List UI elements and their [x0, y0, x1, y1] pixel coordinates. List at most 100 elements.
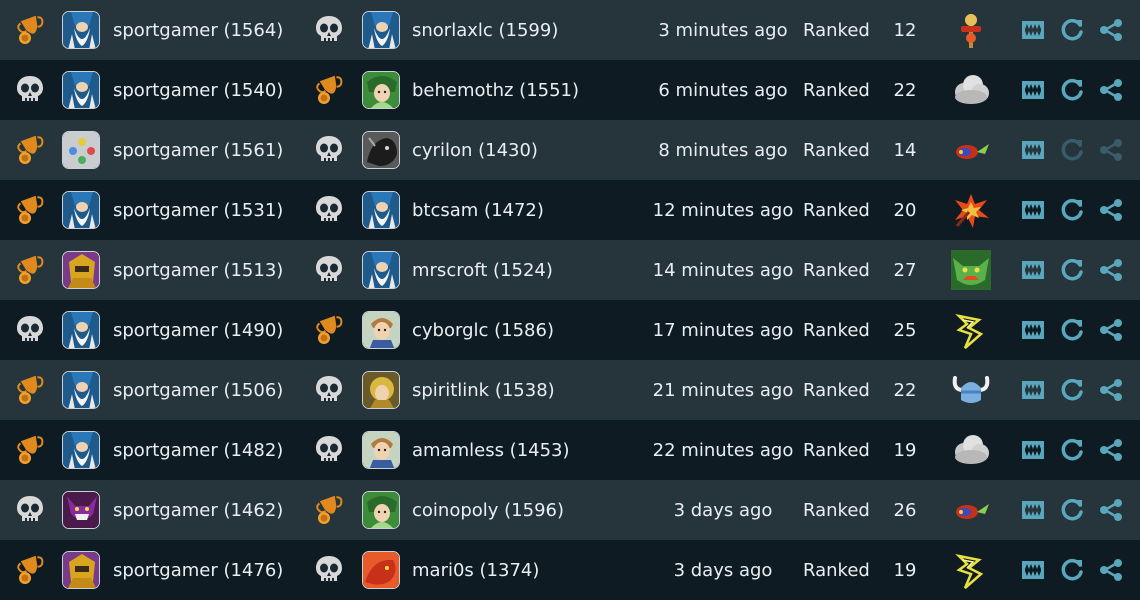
player2-name[interactable]: amamless (1453) [412, 420, 570, 480]
fangs-icon[interactable] [1020, 78, 1046, 102]
skull-icon [13, 313, 47, 347]
replay-icon[interactable] [1059, 17, 1085, 43]
player2-avatar[interactable] [362, 251, 400, 289]
share-icon[interactable] [1098, 17, 1124, 43]
share-icon[interactable] [1098, 437, 1124, 463]
player2-name[interactable]: cyborglc (1586) [412, 300, 554, 360]
match-row[interactable]: sportgamer (1506) spiritlink (1538) 21 min… [0, 360, 1140, 420]
player1-avatar[interactable] [62, 11, 100, 49]
player1-avatar[interactable] [62, 191, 100, 229]
share-icon[interactable] [1098, 497, 1124, 523]
player2-name[interactable]: cyrilon (1430) [412, 120, 538, 180]
fangs-icon[interactable] [1020, 558, 1046, 582]
skull-icon [312, 433, 346, 467]
fangs-icon[interactable] [1020, 378, 1046, 402]
player2-name[interactable]: snorlaxlc (1599) [412, 0, 558, 60]
match-row[interactable]: sportgamer (1476) mari0s (1374) 3 days ago… [0, 540, 1140, 600]
rocket-map-icon [951, 130, 991, 170]
player1-avatar[interactable] [62, 371, 100, 409]
replay-icon[interactable] [1059, 557, 1085, 583]
player2-avatar[interactable] [362, 491, 400, 529]
player2-avatar[interactable] [362, 431, 400, 469]
replay-icon[interactable] [1059, 437, 1085, 463]
replay-icon[interactable] [1059, 197, 1085, 223]
rocket-map-icon [951, 490, 991, 530]
fangs-icon[interactable] [1020, 138, 1046, 162]
fangs-icon[interactable] [1020, 258, 1046, 282]
trophy-icon [312, 73, 346, 107]
player2-avatar[interactable] [362, 191, 400, 229]
replay-icon[interactable] [1059, 257, 1085, 283]
player1-name[interactable]: sportgamer (1490) [113, 300, 283, 360]
player2-avatar[interactable] [362, 311, 400, 349]
player1-avatar[interactable] [62, 71, 100, 109]
replay-icon[interactable] [1059, 497, 1085, 523]
match-row[interactable]: sportgamer (1540) behemothz (1551) 6 minut… [0, 60, 1140, 120]
player2-avatar[interactable] [362, 11, 400, 49]
match-row[interactable]: sportgamer (1462) coinopoly (1596) 3 days … [0, 480, 1140, 540]
player1-name[interactable]: sportgamer (1564) [113, 0, 283, 60]
turn-count: 25 [893, 319, 917, 341]
player1-name[interactable]: sportgamer (1482) [113, 420, 283, 480]
player1-avatar[interactable] [62, 311, 100, 349]
match-mode: Ranked [803, 379, 870, 401]
match-time: 14 minutes ago [652, 259, 794, 281]
player2-avatar[interactable] [362, 131, 400, 169]
player1-name[interactable]: sportgamer (1513) [113, 240, 283, 300]
match-row[interactable]: sportgamer (1490) cyborglc (1586) 17 minut… [0, 300, 1140, 360]
share-icon[interactable] [1098, 137, 1124, 163]
player1-name[interactable]: sportgamer (1561) [113, 120, 283, 180]
player1-name[interactable]: sportgamer (1462) [113, 480, 283, 540]
match-row[interactable]: sportgamer (1561) cyrilon (1430) 8 minutes… [0, 120, 1140, 180]
player2-name[interactable]: mrscroft (1524) [412, 240, 553, 300]
player2-name[interactable]: coinopoly (1596) [412, 480, 564, 540]
player1-name[interactable]: sportgamer (1540) [113, 60, 283, 120]
player2-avatar[interactable] [362, 551, 400, 589]
fangs-icon[interactable] [1020, 18, 1046, 42]
player2-name[interactable]: spiritlink (1538) [412, 360, 555, 420]
share-icon[interactable] [1098, 77, 1124, 103]
turn-count: 12 [893, 19, 917, 41]
lightning-map-icon [951, 310, 991, 350]
fangs-icon[interactable] [1020, 438, 1046, 462]
replay-icon[interactable] [1059, 77, 1085, 103]
trophy-icon [13, 193, 47, 227]
explosion-map-icon [951, 190, 991, 230]
match-time: 3 days ago [673, 499, 773, 521]
player1-name[interactable]: sportgamer (1476) [113, 540, 283, 600]
share-icon[interactable] [1098, 197, 1124, 223]
player1-avatar[interactable] [62, 491, 100, 529]
player2-name[interactable]: behemothz (1551) [412, 60, 579, 120]
player2-avatar[interactable] [362, 71, 400, 109]
fangs-icon[interactable] [1020, 198, 1046, 222]
trophy-icon [13, 433, 47, 467]
match-time: 22 minutes ago [652, 439, 794, 461]
replay-icon[interactable] [1059, 317, 1085, 343]
share-icon[interactable] [1098, 317, 1124, 343]
share-icon[interactable] [1098, 377, 1124, 403]
fangs-icon[interactable] [1020, 498, 1046, 522]
match-row[interactable]: sportgamer (1531) btcsam (1472) 12 minutes… [0, 180, 1140, 240]
player1-avatar[interactable] [62, 551, 100, 589]
fangs-icon[interactable] [1020, 318, 1046, 342]
player2-avatar[interactable] [362, 371, 400, 409]
match-row[interactable]: sportgamer (1513) mrscroft (1524) 14 minut… [0, 240, 1140, 300]
match-row[interactable]: sportgamer (1564) snorlaxlc (1599) 3 minut… [0, 0, 1140, 60]
player2-name[interactable]: mari0s (1374) [412, 540, 539, 600]
match-time: 21 minutes ago [652, 379, 794, 401]
match-mode: Ranked [803, 199, 870, 221]
match-mode: Ranked [803, 139, 870, 161]
replay-icon[interactable] [1059, 137, 1085, 163]
trophy-icon [13, 373, 47, 407]
player1-name[interactable]: sportgamer (1506) [113, 360, 283, 420]
match-row[interactable]: sportgamer (1482) amamless (1453) 22 minut… [0, 420, 1140, 480]
player1-avatar[interactable] [62, 131, 100, 169]
player1-avatar[interactable] [62, 251, 100, 289]
player1-name[interactable]: sportgamer (1531) [113, 180, 283, 240]
replay-icon[interactable] [1059, 377, 1085, 403]
player2-name[interactable]: btcsam (1472) [412, 180, 544, 240]
share-icon[interactable] [1098, 557, 1124, 583]
skull-icon [312, 553, 346, 587]
player1-avatar[interactable] [62, 431, 100, 469]
share-icon[interactable] [1098, 257, 1124, 283]
